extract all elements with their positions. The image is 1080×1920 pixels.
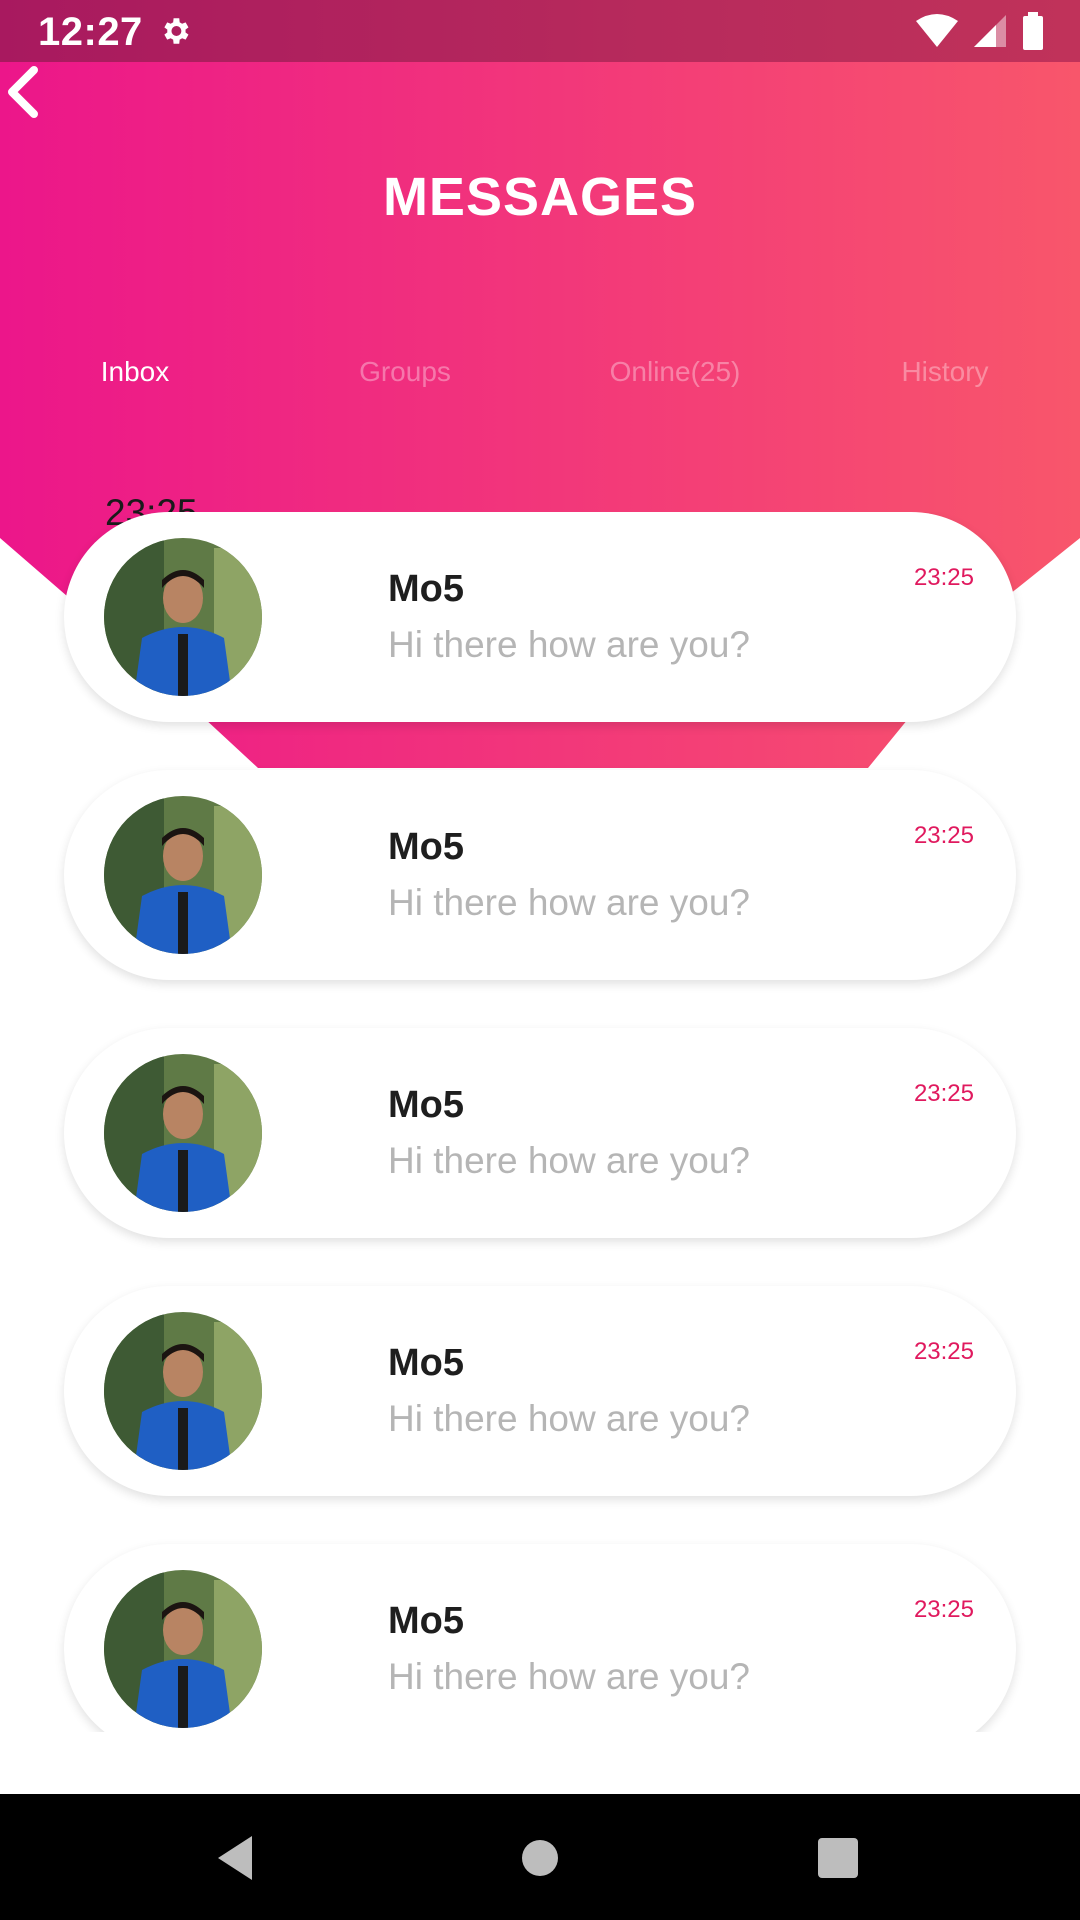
message-card[interactable]: Mo5 Hi there how are you? 23:25 xyxy=(64,770,1016,980)
contact-name: Mo5 xyxy=(388,826,464,868)
status-time: 12:27 xyxy=(38,10,143,54)
home-circle-icon[interactable] xyxy=(514,1832,566,1884)
message-time: 23:25 xyxy=(913,1596,974,1623)
avatar xyxy=(104,538,262,696)
avatar xyxy=(104,1312,262,1470)
signal-icon xyxy=(974,15,1006,47)
message-card[interactable]: Mo5 Hi there how are you? 23:25 xyxy=(64,1028,1016,1238)
message-time: 23:25 xyxy=(913,822,974,849)
message-preview: Hi there how are you? xyxy=(388,1656,750,1697)
battery-icon xyxy=(1023,12,1043,50)
avatar xyxy=(104,1054,262,1212)
message-preview: Hi there how are you? xyxy=(388,624,750,665)
navigation-bar xyxy=(0,1794,1080,1920)
wifi-icon xyxy=(916,14,958,47)
chevron-left-icon[interactable] xyxy=(0,62,50,122)
message-preview: Hi there how are you? xyxy=(388,882,750,923)
message-preview: Hi there how are you? xyxy=(388,1398,750,1439)
message-preview: Hi there how are you? xyxy=(388,1140,750,1181)
avatar xyxy=(104,1570,262,1728)
avatar xyxy=(104,796,262,954)
contact-name: Mo5 xyxy=(388,1084,464,1126)
contact-name: Mo5 xyxy=(388,1342,464,1384)
status-icons xyxy=(916,12,1044,50)
message-time: 23:25 xyxy=(913,1080,974,1107)
contact-name: Mo5 xyxy=(388,1600,464,1642)
message-card[interactable]: Mo5 Hi there how are you? 23:25 xyxy=(64,1544,1016,1732)
tab-groups[interactable]: Groups xyxy=(270,356,540,388)
back-triangle-icon[interactable] xyxy=(212,1832,264,1884)
gear-icon xyxy=(164,18,189,44)
message-time: 23:25 xyxy=(913,564,974,591)
recents-square-icon[interactable] xyxy=(812,1832,864,1884)
message-card[interactable]: Mo5 Hi there how are you? 23:25 xyxy=(64,512,1016,722)
page-title: MESSAGES xyxy=(382,167,698,227)
message-time: 23:25 xyxy=(913,1338,974,1365)
message-list: Mo5 Hi there how are you? 23:25 Mo5 Hi t… xyxy=(0,512,1080,1732)
status-bar: 12:27 xyxy=(0,0,1080,62)
contact-name: Mo5 xyxy=(388,568,464,610)
tab-bar: Inbox Groups Online(25) History xyxy=(0,356,1080,402)
tab-inbox[interactable]: Inbox xyxy=(0,356,270,388)
message-card[interactable]: Mo5 Hi there how are you? 23:25 xyxy=(64,1286,1016,1496)
tab-online[interactable]: Online(25) xyxy=(540,356,810,388)
tab-history[interactable]: History xyxy=(810,356,1080,388)
